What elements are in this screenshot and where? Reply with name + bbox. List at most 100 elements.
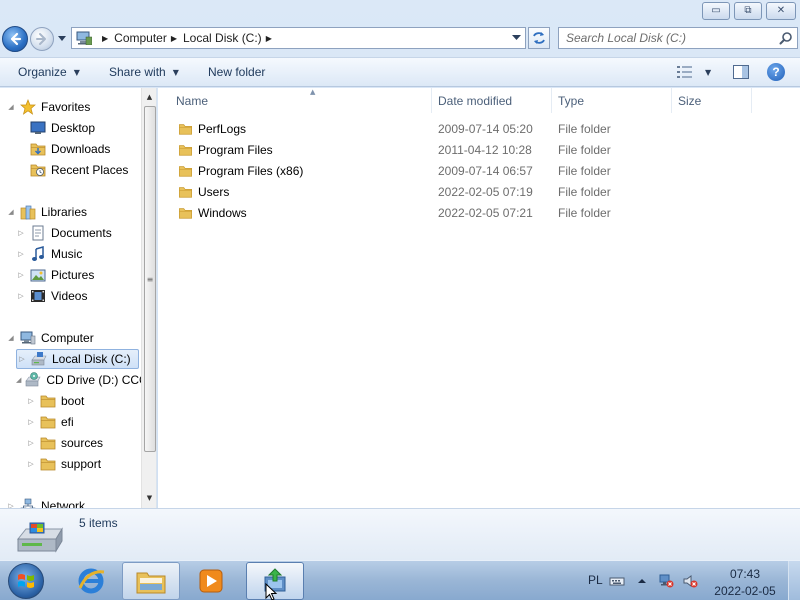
nav-item-documents[interactable]: ▷ Documents xyxy=(16,223,139,243)
change-view-button[interactable]: ▼ xyxy=(677,64,717,80)
collapsed-arrow-icon[interactable]: ▷ xyxy=(16,292,26,300)
start-button[interactable] xyxy=(8,563,44,599)
nav-item-favorites[interactable]: ◢ Favorites xyxy=(6,97,139,117)
nav-item-label: CD Drive (D:) CCC xyxy=(46,373,148,387)
nav-item-cd-drive-d-ccc[interactable]: ◢ CD Drive (D:) CCC xyxy=(16,370,148,390)
navigation-scrollbar[interactable]: ▲ ≡ ▼ xyxy=(141,88,156,508)
volume-muted-icon[interactable] xyxy=(682,573,698,589)
nav-item-computer[interactable]: ◢ Computer xyxy=(6,328,139,348)
collapsed-arrow-icon[interactable]: ▷ xyxy=(17,355,27,363)
nav-item-label: Videos xyxy=(51,289,88,303)
maximize-button[interactable]: ⧉ xyxy=(734,2,762,20)
nav-item-label: Desktop xyxy=(51,121,96,135)
nav-item-label: Libraries xyxy=(41,205,88,219)
chevron-down-icon: ▼ xyxy=(73,67,80,77)
breadcrumb-separator-icon[interactable]: ▶ xyxy=(171,34,177,43)
address-history-dropdown[interactable] xyxy=(510,32,522,44)
nav-item-desktop[interactable]: Desktop xyxy=(16,118,139,138)
scroll-down-icon[interactable]: ▼ xyxy=(142,491,156,505)
clock-date[interactable]: 2022-02-05 xyxy=(708,584,782,598)
organize-button[interactable]: Organize ▼ xyxy=(18,65,80,79)
collapsed-arrow-icon[interactable]: ▷ xyxy=(26,439,36,447)
grip-icon: ≡ xyxy=(146,274,154,284)
column-header-size[interactable]: Size xyxy=(672,88,752,113)
details-view-icon xyxy=(677,66,692,78)
search-input[interactable] xyxy=(559,28,769,48)
file-row[interactable]: Users 2022-02-05 07:19 File folder xyxy=(158,182,758,203)
nav-item-downloads[interactable]: Downloads xyxy=(16,139,139,159)
taskbar-internet-explorer[interactable] xyxy=(62,562,120,600)
help-button[interactable]: ? xyxy=(767,63,785,81)
nav-item-network[interactable]: ▷ Network xyxy=(6,496,139,508)
nav-item-libraries[interactable]: ◢ Libraries xyxy=(6,202,139,222)
collapsed-arrow-icon[interactable]: ▷ xyxy=(16,229,26,237)
back-button[interactable] xyxy=(2,26,28,52)
scroll-up-icon[interactable]: ▲ xyxy=(142,90,156,104)
share-with-button[interactable]: Share with ▼ xyxy=(109,65,179,79)
collapsed-arrow-icon[interactable]: ▷ xyxy=(16,250,26,258)
breadcrumb-computer[interactable]: Computer xyxy=(114,31,167,45)
breadcrumb-separator-icon[interactable]: ▶ xyxy=(102,34,108,43)
file-row[interactable]: Windows 2022-02-05 07:21 File folder xyxy=(158,203,758,224)
help-icon: ? xyxy=(772,65,780,79)
refresh-button[interactable] xyxy=(528,27,550,49)
language-indicator[interactable]: PL xyxy=(588,573,603,587)
nav-item-pictures[interactable]: ▷ Pictures xyxy=(16,265,139,285)
nav-item-label: Downloads xyxy=(51,142,111,156)
search-box[interactable] xyxy=(558,27,798,49)
clock-time[interactable]: 07:43 xyxy=(720,567,770,581)
show-hidden-icons-icon[interactable] xyxy=(634,573,650,589)
column-header-name[interactable]: Name ▲ xyxy=(170,88,432,113)
star-icon xyxy=(20,99,36,115)
expanded-arrow-icon[interactable]: ◢ xyxy=(6,208,16,216)
file-date-modified: 2022-02-05 07:21 xyxy=(438,206,533,220)
nav-item-support[interactable]: ▷ support xyxy=(26,454,139,474)
breadcrumb-local-disk[interactable]: Local Disk (C:) xyxy=(183,31,262,45)
file-row[interactable]: Program Files (x86) 2009-07-14 06:57 File … xyxy=(158,161,758,182)
forward-button[interactable] xyxy=(30,27,54,51)
nav-item-label: Documents xyxy=(51,226,112,240)
nav-item-boot[interactable]: ▷ boot xyxy=(26,391,139,411)
taskbar-media-player[interactable] xyxy=(182,562,240,600)
file-row[interactable]: PerfLogs 2009-07-14 05:20 File folder xyxy=(158,119,758,140)
scrollbar-thumb[interactable]: ≡ xyxy=(144,106,156,452)
collapsed-arrow-icon[interactable]: ▷ xyxy=(26,397,36,405)
file-row[interactable]: Program Files 2011-04-12 10:28 File folder xyxy=(158,140,758,161)
nav-item-sources[interactable]: ▷ sources xyxy=(26,433,139,453)
computer-icon xyxy=(76,31,92,45)
new-folder-button[interactable]: New folder xyxy=(208,65,265,79)
collapsed-arrow-icon[interactable]: ▷ xyxy=(26,418,36,426)
taskbar-windows-explorer[interactable] xyxy=(122,562,180,600)
breadcrumb-separator-icon[interactable]: ▶ xyxy=(266,34,272,43)
expanded-arrow-icon[interactable]: ◢ xyxy=(16,376,21,384)
music-icon xyxy=(32,246,44,261)
nav-item-label: Pictures xyxy=(51,268,95,282)
hard-drive-icon xyxy=(31,352,47,366)
nav-item-recent-places[interactable]: Recent Places xyxy=(16,160,139,180)
minimize-button[interactable]: ▭ xyxy=(702,2,730,20)
preview-pane-icon[interactable] xyxy=(733,65,749,79)
sort-ascending-icon: ▲ xyxy=(310,88,316,96)
file-name: Program Files (x86) xyxy=(198,164,304,178)
expanded-arrow-icon[interactable]: ◢ xyxy=(6,103,16,111)
nav-item-music[interactable]: ▷ Music xyxy=(16,244,139,264)
column-header-date-modified[interactable]: Date modified xyxy=(432,88,552,113)
nav-item-local-disk-c[interactable]: ▷ Local Disk (C:) xyxy=(16,349,139,369)
recent-pages-dropdown[interactable] xyxy=(57,34,67,44)
show-desktop-button[interactable] xyxy=(788,561,800,600)
collapsed-arrow-icon[interactable]: ▷ xyxy=(16,271,26,279)
nav-item-videos[interactable]: ▷ Videos xyxy=(16,286,139,306)
file-date-modified: 2009-07-14 06:57 xyxy=(438,164,533,178)
expanded-arrow-icon[interactable]: ◢ xyxy=(6,334,16,342)
address-bar[interactable]: ▶ Computer ▶ Local Disk (C:) ▶ xyxy=(71,27,526,49)
close-button[interactable]: ✕ xyxy=(766,2,796,20)
nav-item-efi[interactable]: ▷ efi xyxy=(26,412,139,432)
collapsed-arrow-icon[interactable]: ▷ xyxy=(26,460,36,468)
explorer-window: ▭ ⧉ ✕ ▶ Computer ▶ Local Disk (C:) ▶ Sea… xyxy=(0,0,800,560)
network-disconnected-icon[interactable] xyxy=(658,573,674,589)
column-header-type[interactable]: Type xyxy=(552,88,672,113)
minimize-icon: ▭ xyxy=(711,5,721,16)
search-icon[interactable] xyxy=(779,31,793,45)
chevron-down-icon: ▼ xyxy=(172,67,179,77)
keyboard-icon[interactable] xyxy=(609,573,625,589)
